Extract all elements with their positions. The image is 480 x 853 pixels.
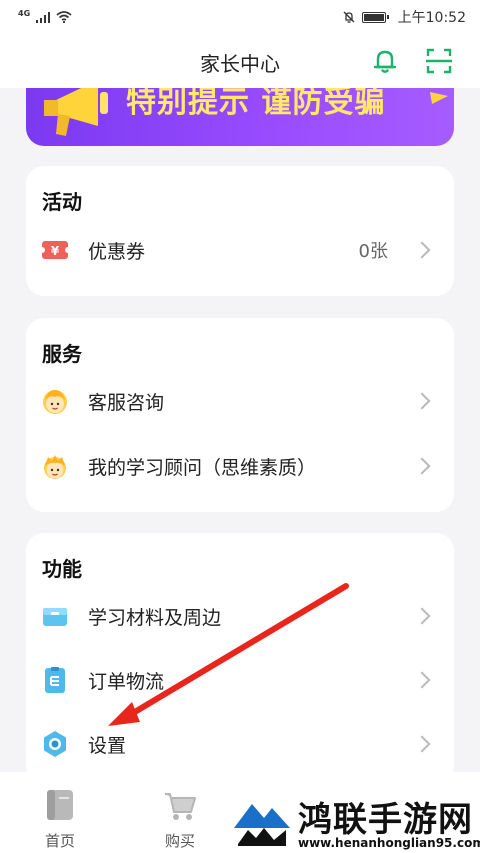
coupon-row[interactable]: ¥ 优惠券 0张 (26, 224, 454, 276)
watermark-url: www.henanhonglian95.com (298, 836, 480, 850)
section-title-services: 服务 (42, 342, 82, 366)
materials-row[interactable]: 学习材料及周边 (26, 590, 454, 642)
tab-buy-label: 购买 (164, 832, 195, 850)
signal-icon (36, 11, 51, 23)
chevron-right-icon (413, 671, 431, 689)
chevron-right-icon (413, 457, 431, 475)
settings-row[interactable]: 设置 (26, 718, 454, 770)
tab-buy[interactable]: 购买 (120, 772, 240, 853)
chevron-right-icon (413, 607, 431, 625)
home-book-icon (47, 790, 73, 820)
battery-icon (361, 11, 389, 23)
chevron-right-icon (413, 735, 431, 753)
megaphone-icon (44, 88, 108, 136)
cart-icon (165, 793, 196, 820)
coupon-count: 0张 (358, 241, 388, 262)
order-logistics-row[interactable]: 订单物流 (26, 654, 454, 706)
watermark-title: 鸿联手游网 (298, 800, 473, 840)
section-title-functions: 功能 (42, 557, 82, 581)
scan-icon[interactable] (424, 46, 454, 76)
materials-label: 学习材料及周边 (88, 606, 222, 629)
services-card: 服务 客服咨询 我的学习顾问（思维素质） (26, 318, 454, 512)
chevron-right-icon (413, 392, 431, 410)
status-right: 上午10:52 (342, 7, 466, 27)
functions-card: 功能 学习材料及周边 订单物流 设置 (26, 533, 454, 783)
customer-service-avatar-icon (43, 390, 67, 414)
settings-label: 设置 (88, 734, 127, 757)
materials-box-icon (43, 608, 67, 626)
network-type: 4G (18, 8, 31, 18)
settings-icon (44, 731, 66, 757)
warning-banner[interactable]: 特别提示 谨防受骗 (26, 88, 454, 146)
customer-service-row[interactable]: 客服咨询 (26, 375, 454, 427)
wifi-icon (56, 11, 72, 23)
mute-icon (343, 11, 355, 23)
order-logistics-icon (45, 667, 65, 693)
tab-home[interactable]: 首页 (0, 772, 120, 853)
status-time: 上午10:52 (397, 10, 466, 26)
coupon-label: 优惠券 (88, 240, 146, 263)
flag-icon (430, 92, 448, 104)
banner-text: 特别提示 谨防受骗 (126, 88, 386, 120)
activities-card: 活动 ¥ 优惠券 0张 (26, 166, 454, 296)
section-title-activities: 活动 (42, 190, 82, 214)
customer-service-label: 客服咨询 (88, 391, 165, 414)
status-bar: 4G 上午10:52 (0, 0, 480, 34)
coupon-icon: ¥ (40, 241, 70, 259)
header: 家长中心 (0, 34, 480, 88)
order-logistics-label: 订单物流 (88, 670, 165, 693)
study-advisor-row[interactable]: 我的学习顾问（思维素质） (26, 440, 454, 492)
chevron-right-icon (413, 241, 431, 259)
watermark-logo (230, 800, 294, 848)
svg-text:¥: ¥ (51, 244, 60, 258)
bell-icon[interactable] (370, 46, 400, 76)
tab-home-label: 首页 (44, 832, 75, 850)
site-watermark: 鸿联手游网 www.henanhonglian95.com (226, 790, 480, 853)
page-title: 家长中心 (200, 52, 280, 76)
study-advisor-avatar-icon (44, 455, 66, 479)
study-advisor-label: 我的学习顾问（思维素质） (88, 456, 317, 479)
status-left: 4G (18, 8, 72, 23)
